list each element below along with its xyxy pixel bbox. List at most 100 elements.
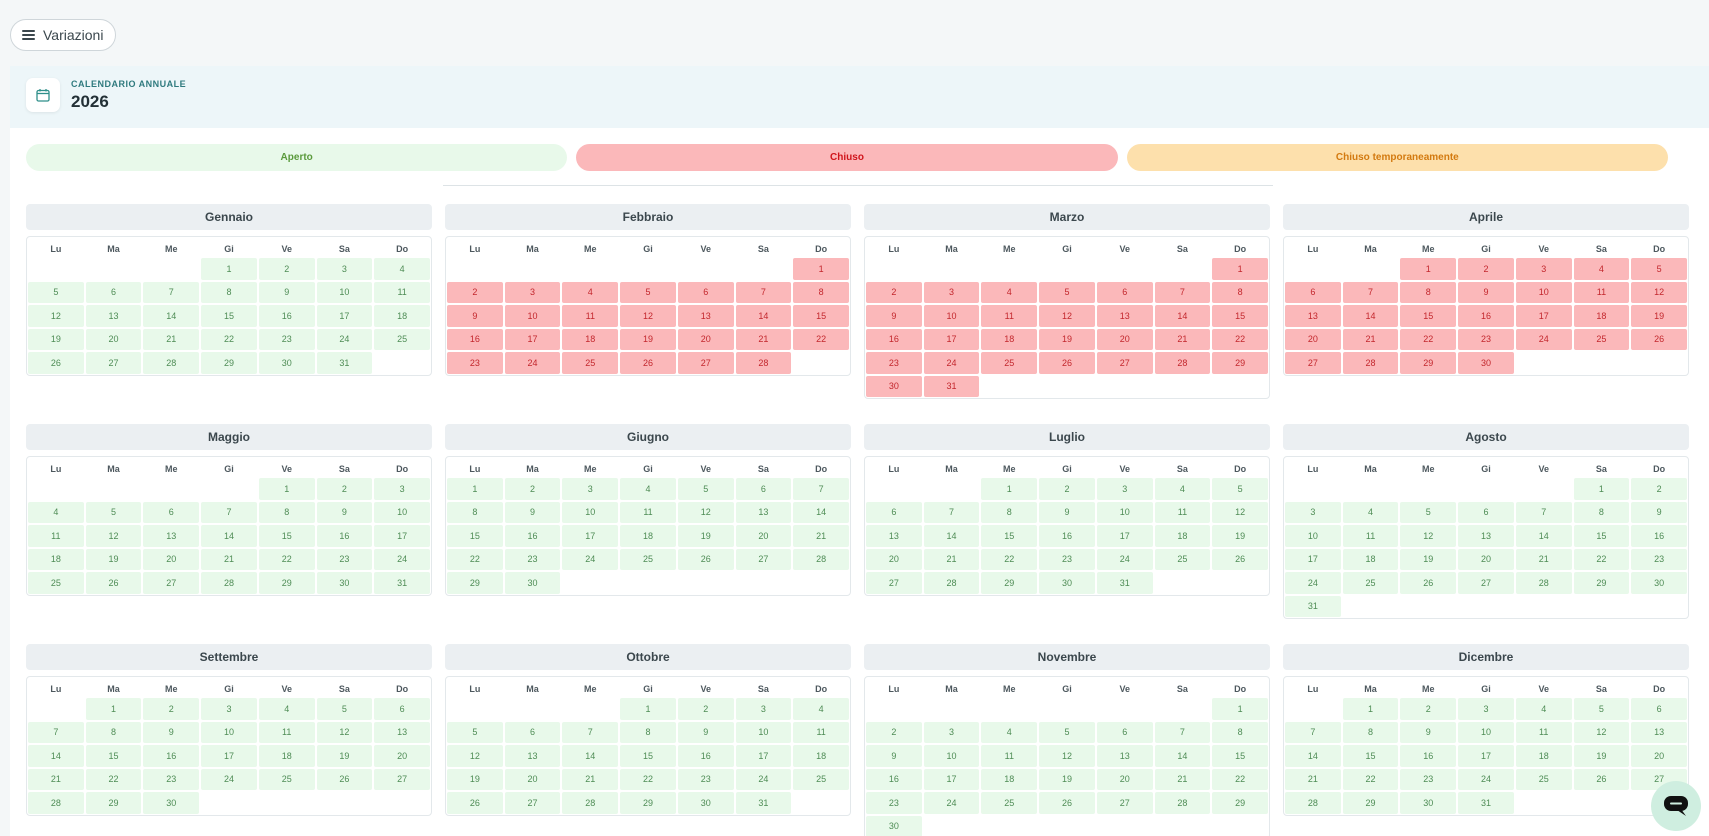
day-cell[interactable]: 21	[28, 768, 84, 790]
day-cell[interactable]: 18	[28, 548, 84, 570]
day-cell[interactable]: 25	[981, 792, 1038, 814]
day-cell[interactable]: 25	[1573, 328, 1630, 350]
day-cell[interactable]: 11	[981, 745, 1038, 767]
day-cell[interactable]: 17	[1096, 525, 1153, 547]
day-cell[interactable]: 29	[1212, 352, 1268, 374]
day-cell[interactable]: 27	[1096, 352, 1153, 374]
day-cell[interactable]: 9	[504, 501, 561, 523]
day-cell[interactable]: 15	[447, 525, 503, 547]
day-cell[interactable]: 27	[1458, 572, 1514, 594]
day-cell[interactable]: 24	[201, 768, 257, 790]
day-cell[interactable]: 12	[1212, 501, 1268, 523]
day-cell[interactable]: 16	[1039, 525, 1095, 547]
day-cell[interactable]: 26	[1039, 792, 1095, 814]
day-cell[interactable]: 17	[923, 328, 980, 350]
day-cell[interactable]: 11	[374, 281, 430, 303]
day-cell[interactable]: 23	[1039, 548, 1095, 570]
day-cell[interactable]: 20	[1631, 745, 1687, 767]
day-cell[interactable]: 30	[504, 572, 561, 594]
day-cell[interactable]: 9	[866, 305, 922, 327]
day-cell[interactable]: 17	[374, 525, 430, 547]
day-cell[interactable]: 22	[85, 768, 142, 790]
day-cell[interactable]: 5	[447, 721, 503, 743]
day-cell[interactable]: 26	[1039, 352, 1095, 374]
day-cell[interactable]: 20	[866, 548, 922, 570]
day-cell[interactable]: 30	[866, 815, 922, 836]
day-cell[interactable]: 12	[1400, 525, 1457, 547]
day-cell[interactable]: 3	[316, 258, 373, 280]
day-cell[interactable]: 7	[923, 501, 980, 523]
day-cell[interactable]: 12	[1039, 305, 1095, 327]
day-cell[interactable]: 12	[1573, 721, 1630, 743]
day-cell[interactable]: 21	[1285, 768, 1341, 790]
day-cell[interactable]: 3	[923, 281, 980, 303]
day-cell[interactable]: 21	[923, 548, 980, 570]
day-cell[interactable]: 26	[1631, 328, 1687, 350]
day-cell[interactable]: 16	[1631, 525, 1687, 547]
day-cell[interactable]: 7	[1154, 721, 1211, 743]
day-cell[interactable]: 2	[1039, 478, 1095, 500]
day-cell[interactable]: 14	[1154, 745, 1211, 767]
day-cell[interactable]: 21	[562, 768, 619, 790]
day-cell[interactable]: 9	[316, 501, 373, 523]
day-cell[interactable]: 18	[981, 768, 1038, 790]
day-cell[interactable]: 14	[28, 745, 84, 767]
day-cell[interactable]: 13	[1631, 721, 1687, 743]
day-cell[interactable]: 3	[1285, 501, 1341, 523]
day-cell[interactable]: 15	[620, 745, 676, 767]
day-cell[interactable]: 3	[1515, 258, 1572, 280]
day-cell[interactable]: 23	[866, 352, 922, 374]
day-cell[interactable]: 29	[1573, 572, 1630, 594]
day-cell[interactable]: 4	[620, 478, 676, 500]
day-cell[interactable]: 5	[677, 478, 734, 500]
day-cell[interactable]: 12	[316, 721, 373, 743]
day-cell[interactable]: 1	[793, 258, 849, 280]
day-cell[interactable]: 31	[735, 792, 792, 814]
day-cell[interactable]: 21	[735, 328, 792, 350]
day-cell[interactable]: 4	[1342, 501, 1399, 523]
day-cell[interactable]: 9	[1458, 281, 1514, 303]
day-cell[interactable]: 30	[866, 375, 922, 397]
day-cell[interactable]: 6	[735, 478, 792, 500]
day-cell[interactable]: 4	[28, 501, 84, 523]
day-cell[interactable]: 27	[143, 572, 200, 594]
day-cell[interactable]: 15	[1400, 305, 1457, 327]
day-cell[interactable]: 29	[1212, 792, 1268, 814]
day-cell[interactable]: 26	[677, 548, 734, 570]
day-cell[interactable]: 25	[620, 548, 676, 570]
day-cell[interactable]: 7	[793, 478, 849, 500]
day-cell[interactable]: 4	[258, 698, 315, 720]
day-cell[interactable]: 11	[562, 305, 619, 327]
day-cell[interactable]: 21	[143, 328, 200, 350]
day-cell[interactable]: 30	[1400, 792, 1457, 814]
day-cell[interactable]: 17	[735, 745, 792, 767]
day-cell[interactable]: 23	[447, 352, 503, 374]
day-cell[interactable]: 13	[374, 721, 430, 743]
day-cell[interactable]: 11	[1573, 281, 1630, 303]
day-cell[interactable]: 3	[504, 281, 561, 303]
day-cell[interactable]: 16	[447, 328, 503, 350]
day-cell[interactable]: 7	[1154, 281, 1211, 303]
day-cell[interactable]: 17	[504, 328, 561, 350]
day-cell[interactable]: 12	[1631, 281, 1687, 303]
day-cell[interactable]: 10	[923, 305, 980, 327]
day-cell[interactable]: 8	[620, 721, 676, 743]
day-cell[interactable]: 19	[316, 745, 373, 767]
day-cell[interactable]: 21	[1515, 548, 1572, 570]
day-cell[interactable]: 19	[677, 525, 734, 547]
day-cell[interactable]: 20	[1285, 328, 1341, 350]
day-cell[interactable]: 20	[1096, 768, 1153, 790]
day-cell[interactable]: 17	[316, 305, 373, 327]
day-cell[interactable]: 6	[1285, 281, 1341, 303]
day-cell[interactable]: 18	[258, 745, 315, 767]
day-cell[interactable]: 15	[1212, 305, 1268, 327]
day-cell[interactable]: 9	[258, 281, 315, 303]
day-cell[interactable]: 13	[143, 525, 200, 547]
day-cell[interactable]: 19	[1039, 328, 1095, 350]
day-cell[interactable]: 20	[1458, 548, 1514, 570]
day-cell[interactable]: 22	[793, 328, 849, 350]
day-cell[interactable]: 13	[735, 501, 792, 523]
day-cell[interactable]: 17	[923, 768, 980, 790]
day-cell[interactable]: 24	[1096, 548, 1153, 570]
day-cell[interactable]: 6	[85, 281, 142, 303]
